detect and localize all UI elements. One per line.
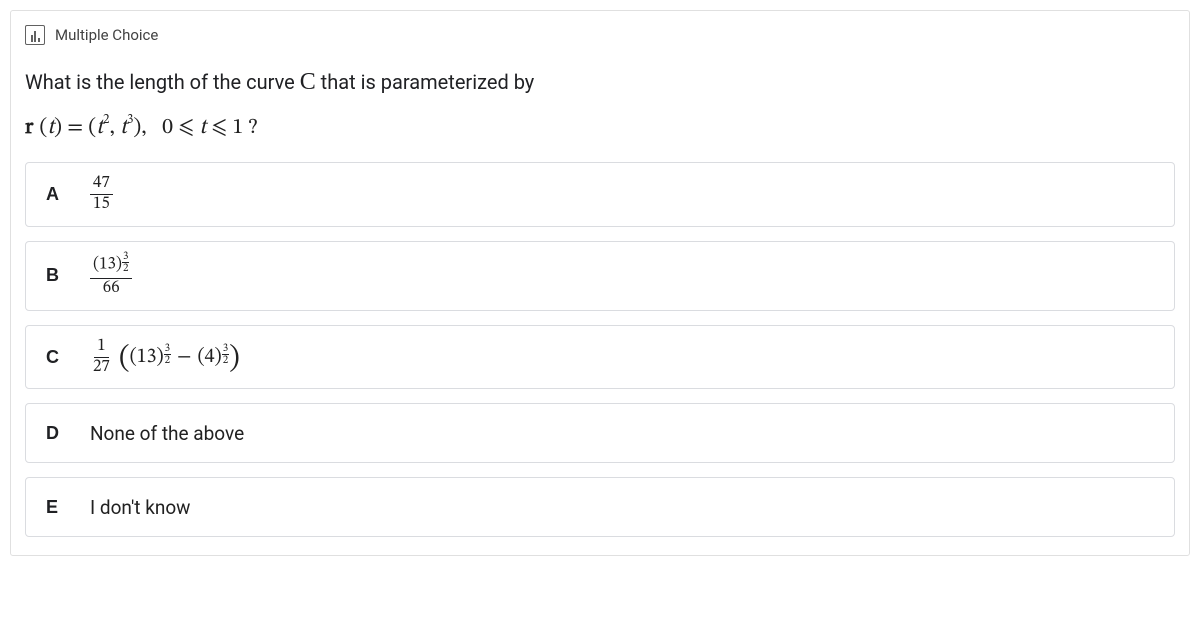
option-letter: C bbox=[46, 347, 64, 368]
equation-of-t: (t) = (t2, t3), 0 ⩽ t ⩽ 1 ? bbox=[39, 114, 257, 142]
option-d-text: None of the above bbox=[90, 422, 244, 445]
option-letter: A bbox=[46, 184, 64, 205]
question-type-label: Multiple Choice bbox=[55, 26, 158, 44]
question-header: Multiple Choice bbox=[11, 11, 1189, 55]
option-letter: B bbox=[46, 265, 64, 286]
option-e[interactable]: E I don't know bbox=[25, 477, 1175, 537]
option-letter: D bbox=[46, 423, 64, 444]
bar-chart-icon bbox=[25, 25, 45, 45]
option-letter: E bbox=[46, 497, 64, 518]
prompt-prefix: What is the length of the curve bbox=[25, 70, 300, 94]
close-paren: ) bbox=[229, 344, 240, 374]
open-paren: ( bbox=[119, 344, 130, 374]
question-prompt: What is the length of the curve C that i… bbox=[11, 55, 1189, 114]
option-e-text: I don't know bbox=[90, 496, 190, 519]
options-list: A 47 15 B (13)32 66 C bbox=[11, 162, 1189, 537]
option-b-value: (13)32 66 bbox=[90, 254, 132, 298]
curve-symbol: C bbox=[300, 69, 316, 95]
question-card: Multiple Choice What is the length of th… bbox=[10, 10, 1190, 556]
option-c[interactable]: C 1 27 ( (13)32 − (4)32 ) bbox=[25, 325, 1175, 390]
option-c-value: 1 27 ( (13)32 − (4)32 ) bbox=[90, 338, 240, 377]
option-a-value: 47 15 bbox=[90, 175, 113, 214]
question-equation: r(t) = (t2, t3), 0 ⩽ t ⩽ 1 ? bbox=[11, 114, 1189, 162]
prompt-suffix: that is parameterized by bbox=[316, 70, 535, 94]
option-a[interactable]: A 47 15 bbox=[25, 162, 1175, 227]
equation-r: r bbox=[25, 114, 33, 142]
option-d[interactable]: D None of the above bbox=[25, 403, 1175, 463]
option-b[interactable]: B (13)32 66 bbox=[25, 241, 1175, 311]
